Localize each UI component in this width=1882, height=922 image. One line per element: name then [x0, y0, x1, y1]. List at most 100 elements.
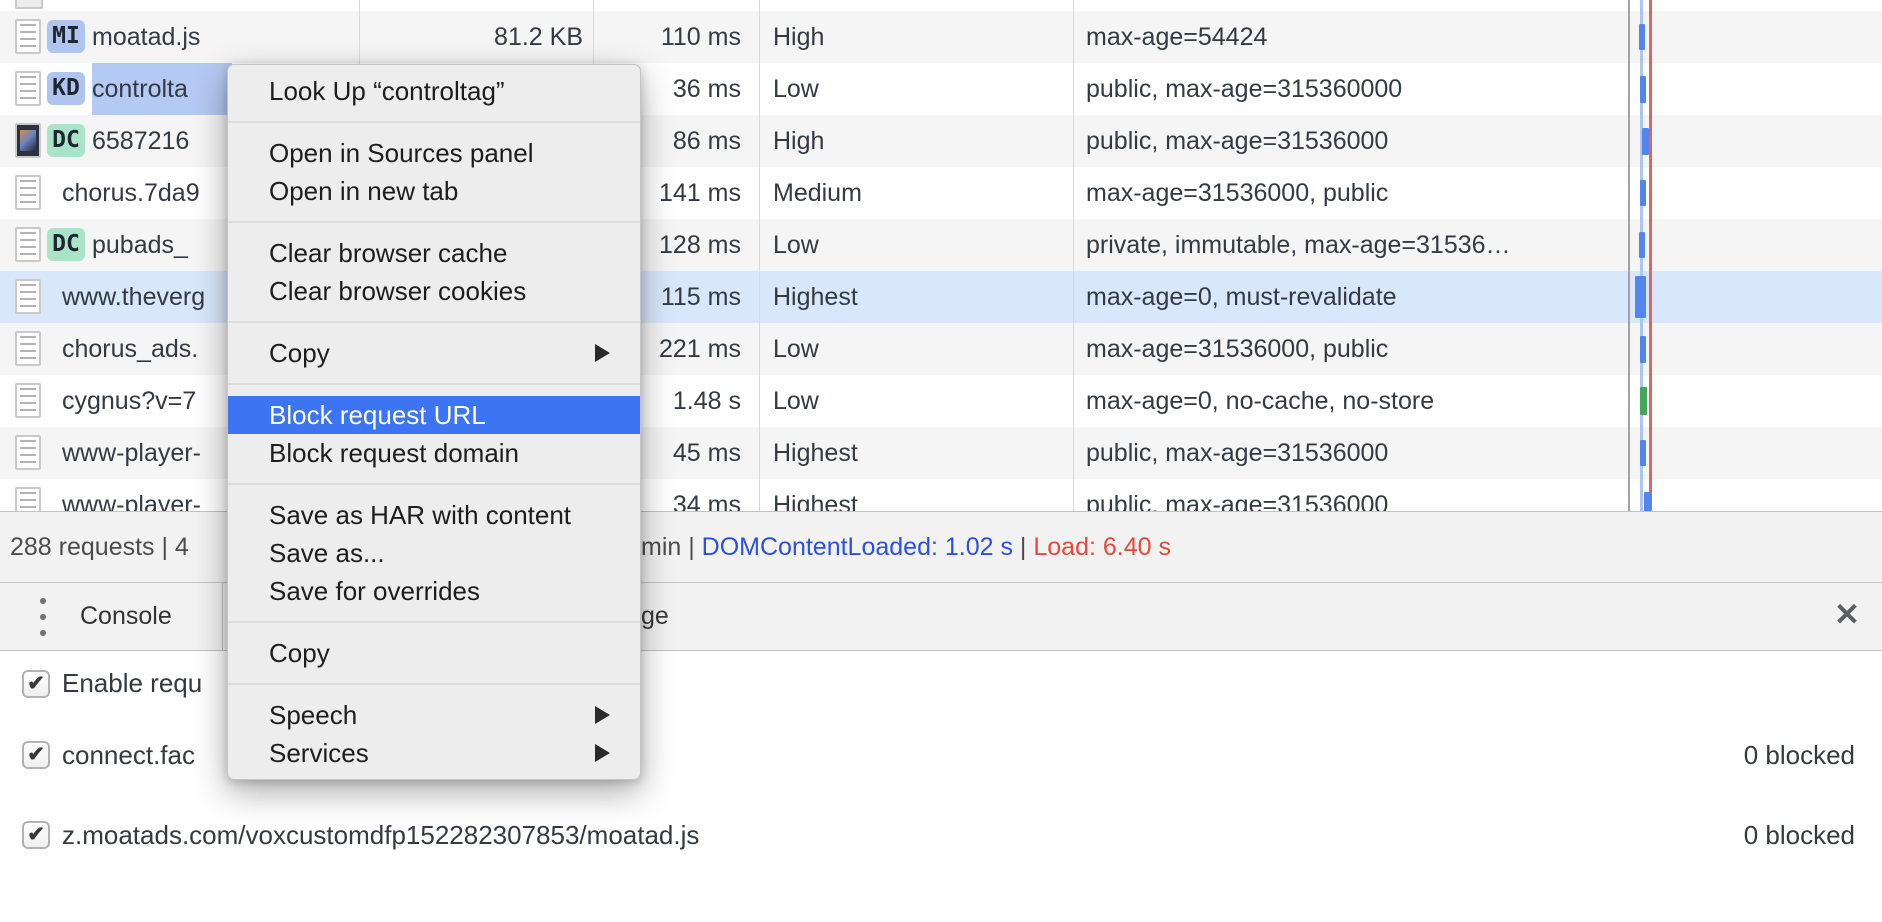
initiator-badge: KD — [47, 72, 85, 105]
menu-item-block-request-url[interactable]: Block request URL — [228, 396, 640, 434]
request-cache-control: public, max-age=31536000 — [1086, 427, 1621, 479]
request-priority: Low — [773, 219, 1063, 271]
domcontentloaded-time: DOMContentLoaded: 1.02 s — [702, 533, 1013, 561]
column-divider-waterfall — [1628, 0, 1630, 511]
request-cache-control: max-age=0, no-cache, no-store — [1086, 375, 1621, 427]
document-icon — [15, 435, 41, 470]
menu-separator — [228, 483, 640, 485]
summary-separator: | — [1013, 533, 1033, 561]
request-priority: Low — [773, 63, 1063, 115]
request-cache-control: private, immutable, max-age=31536… — [1086, 219, 1621, 271]
partial-tab-label[interactable]: ge — [641, 583, 669, 650]
request-priority: Highest — [773, 427, 1063, 479]
request-priority: Low — [773, 323, 1063, 375]
request-cache-control: max-age=31536000, public — [1086, 323, 1621, 375]
blocked-pattern-url: connect.fac — [62, 715, 195, 795]
request-cache-control: max-age=0, must-revalidate — [1086, 271, 1621, 323]
request-priority: Low — [773, 375, 1063, 427]
menu-item-clear-browser-cache[interactable]: Clear browser cache — [228, 234, 640, 272]
tab-divider — [222, 583, 223, 650]
request-priority: High — [773, 11, 1063, 63]
menu-item-save-for-overrides[interactable]: Save for overrides — [228, 572, 640, 610]
load-time: Load: 6.40 s — [1033, 533, 1171, 561]
image-preview-icon — [15, 123, 41, 158]
drawer-overflow-menu-button[interactable] — [36, 598, 50, 636]
blocked-pattern-checkbox[interactable]: ✔ — [22, 741, 50, 769]
menu-item-clear-browser-cookies[interactable]: Clear browser cookies — [228, 272, 640, 310]
menu-separator — [228, 383, 640, 385]
waterfall-bar — [1640, 387, 1647, 415]
request-cache-control: max-age=31536000, public — [1086, 167, 1621, 219]
menu-item-look-up-controltag[interactable]: Look Up “controltag” — [228, 72, 640, 110]
blocked-count: 0 blocked — [1744, 795, 1855, 875]
menu-item-open-in-new-tab[interactable]: Open in new tab — [228, 172, 640, 210]
menu-item-block-request-domain[interactable]: Block request domain — [228, 434, 640, 472]
context-menu: Look Up “controltag” Open in Sources pane… — [227, 64, 641, 780]
blocked-count: 0 blocked — [1744, 715, 1855, 795]
request-time: 110 ms — [593, 11, 741, 63]
request-name: chorus_ads. — [62, 323, 227, 375]
request-name: controlta — [92, 63, 232, 115]
waterfall-bar — [1640, 76, 1646, 103]
tab-console[interactable]: Console — [80, 583, 172, 650]
document-icon — [15, 19, 41, 54]
waterfall-bar — [1642, 128, 1649, 155]
close-drawer-icon[interactable]: ✕ — [1834, 583, 1860, 650]
timing-summary: min | DOMContentLoaded: 1.02 s | Load: 6… — [641, 512, 1171, 582]
enable-request-blocking-label: Enable requ — [62, 651, 202, 715]
network-request-row[interactable]: MImoatad.js81.2 KB110 msHighmax-age=5442… — [0, 11, 1882, 63]
waterfall-bar — [1640, 180, 1646, 206]
request-priority: Highest — [773, 271, 1063, 323]
waterfall-bar — [1644, 492, 1651, 511]
menu-item-services[interactable]: Services — [228, 734, 640, 772]
document-icon — [15, 487, 41, 511]
column-divider-time-priority — [759, 0, 760, 511]
waterfall-bar — [1640, 440, 1646, 466]
request-size: 81.2 KB — [359, 11, 583, 63]
menu-separator — [228, 121, 640, 123]
blocked-pattern-checkbox[interactable]: ✔ — [22, 821, 50, 849]
initiator-badge: DC — [47, 228, 85, 261]
enable-request-blocking-checkbox[interactable]: ✔ — [22, 670, 50, 698]
waterfall-bar — [1639, 232, 1645, 258]
request-cache-control: max-age=54424 — [1086, 11, 1621, 63]
clipped-file-icon — [15, 0, 43, 9]
menu-item-save-as[interactable]: Save as... — [228, 534, 640, 572]
blocked-pattern-url: z.moatads.com/voxcustomdfp152282307853/m… — [62, 795, 699, 875]
request-cache-control: public, max-age=31536000 — [1086, 115, 1621, 167]
load-marker-line — [1649, 0, 1652, 511]
initiator-badge: DC — [47, 124, 85, 157]
menu-separator — [228, 621, 640, 623]
finish-time-fragment: min | — [641, 533, 702, 561]
document-icon — [15, 175, 41, 210]
submenu-arrow-icon — [595, 344, 610, 362]
waterfall-bar — [1640, 336, 1646, 363]
request-priority: Highest — [773, 479, 1063, 511]
submenu-arrow-icon — [595, 744, 610, 762]
document-icon — [15, 279, 41, 314]
request-name: cygnus?v=7 — [62, 375, 227, 427]
waterfall-bar — [1639, 24, 1645, 50]
document-icon — [15, 227, 41, 262]
request-name: chorus.7da9 — [62, 167, 227, 219]
request-name: www.theverg — [62, 271, 227, 323]
menu-item-copy[interactable]: Copy — [228, 334, 640, 372]
request-cache-control: public, max-age=315360000 — [1086, 63, 1621, 115]
request-name: moatad.js — [92, 11, 257, 63]
submenu-arrow-icon — [595, 706, 610, 724]
menu-separator — [228, 221, 640, 223]
blocked-pattern-row[interactable]: ✔ z.moatads.com/voxcustomdfp152282307853/… — [0, 795, 1882, 875]
request-count-summary: 288 requests | 4 — [10, 512, 189, 582]
document-icon — [15, 331, 41, 366]
menu-separator — [228, 683, 640, 685]
menu-item-speech[interactable]: Speech — [228, 696, 640, 734]
menu-item-open-in-sources-panel[interactable]: Open in Sources panel — [228, 134, 640, 172]
menu-item-copy[interactable]: Copy — [228, 634, 640, 672]
request-cache-control: public, max-age=31536000 — [1086, 479, 1621, 511]
request-name: www-player- — [62, 427, 227, 479]
menu-separator — [228, 321, 640, 323]
menu-item-save-as-har-with-content[interactable]: Save as HAR with content — [228, 496, 640, 534]
request-priority: Medium — [773, 167, 1063, 219]
document-icon — [15, 383, 41, 418]
request-priority: High — [773, 115, 1063, 167]
